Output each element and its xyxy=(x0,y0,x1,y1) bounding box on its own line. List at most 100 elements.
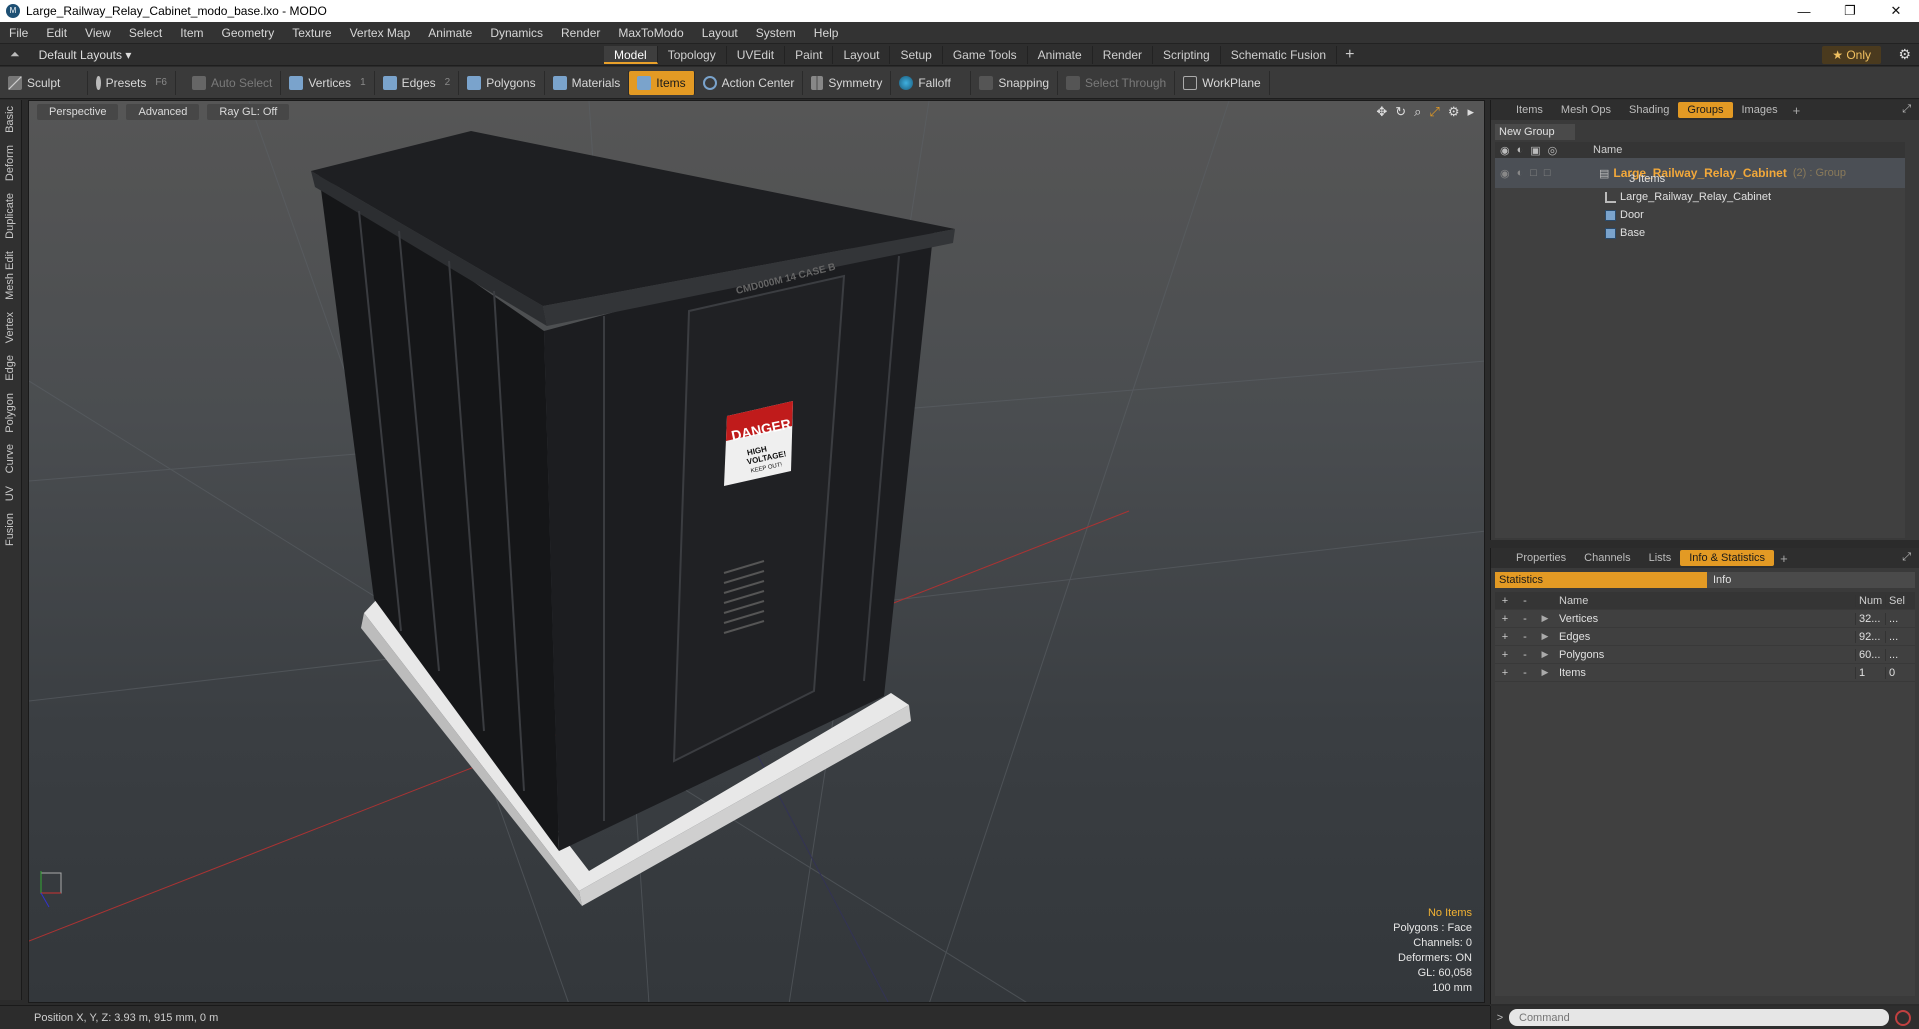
vertices-button[interactable]: Vertices 1 xyxy=(281,70,375,95)
close-button[interactable]: ✕ xyxy=(1873,0,1919,22)
tab-duplicate[interactable]: Duplicate xyxy=(4,187,16,245)
shading-advanced-dropdown[interactable]: Advanced xyxy=(126,104,200,120)
menu-select[interactable]: Select xyxy=(120,26,171,40)
tab-groups[interactable]: Groups xyxy=(1678,102,1733,118)
tab-mesh-ops[interactable]: Mesh Ops xyxy=(1552,102,1620,118)
tab-render[interactable]: Render xyxy=(1093,46,1154,64)
tab-scripting[interactable]: Scripting xyxy=(1153,46,1221,64)
remove-icon[interactable]: - xyxy=(1515,613,1535,625)
tab-setup[interactable]: Setup xyxy=(890,46,943,64)
tab-curve[interactable]: Curve xyxy=(4,438,16,479)
remove-icon[interactable]: - xyxy=(1515,649,1535,661)
eye-icon[interactable]: ◉ xyxy=(1500,144,1510,157)
snapping-button[interactable]: Snapping xyxy=(971,70,1059,95)
group-child-row[interactable]: Base xyxy=(1495,224,1905,242)
viewport-settings-icon[interactable]: ⚙ xyxy=(1448,104,1460,120)
remove-icon[interactable]: - xyxy=(1515,667,1535,679)
command-input[interactable] xyxy=(1509,1009,1889,1026)
tab-uvedit[interactable]: UVEdit xyxy=(727,46,786,64)
add-tab-button[interactable]: + xyxy=(1337,46,1362,64)
statistics-row[interactable]: + - ▶ Edges 92... ... xyxy=(1495,628,1915,646)
statistics-subtab[interactable]: Statistics xyxy=(1495,572,1707,588)
tab-lists[interactable]: Lists xyxy=(1640,550,1681,566)
tab-game-tools[interactable]: Game Tools xyxy=(943,46,1028,64)
tab-shading[interactable]: Shading xyxy=(1620,102,1678,118)
menu-render[interactable]: Render xyxy=(552,26,609,40)
tab-deform[interactable]: Deform xyxy=(4,139,16,187)
tab-model[interactable]: Model xyxy=(604,46,658,64)
tab-basic[interactable]: Basic xyxy=(4,100,16,139)
menu-system[interactable]: System xyxy=(747,26,805,40)
rotate-icon[interactable]: ↻ xyxy=(1395,104,1406,120)
zoom-icon[interactable]: ⌕ xyxy=(1414,104,1421,120)
tab-schematic-fusion[interactable]: Schematic Fusion xyxy=(1221,46,1338,64)
sculpt-button[interactable]: Sculpt xyxy=(0,70,88,95)
viewport-menu-icon[interactable]: ▸ xyxy=(1467,104,1474,120)
add-icon[interactable]: + xyxy=(1495,667,1515,679)
group-lock-toggle[interactable]: □ xyxy=(1530,167,1537,180)
tab-animate[interactable]: Animate xyxy=(1028,46,1093,64)
tab-layout[interactable]: Layout xyxy=(833,46,891,64)
only-button[interactable]: ★ Only xyxy=(1822,46,1881,64)
group-render-toggle[interactable]: ◐ xyxy=(1517,167,1524,180)
statistics-row[interactable]: + - ▶ Polygons 60... ... xyxy=(1495,646,1915,664)
info-subtab[interactable]: Info xyxy=(1707,572,1915,588)
menu-geometry[interactable]: Geometry xyxy=(213,26,284,40)
polygons-button[interactable]: Polygons xyxy=(459,70,545,95)
add-icon[interactable]: + xyxy=(1495,649,1515,661)
add-icon[interactable]: + xyxy=(1495,631,1515,643)
symmetry-button[interactable]: Symmetry xyxy=(803,70,892,95)
expand-arrow-icon[interactable]: ▶ xyxy=(1535,613,1555,624)
menu-view[interactable]: View xyxy=(76,26,120,40)
add-panel-tab-icon[interactable]: + xyxy=(1774,551,1794,566)
group-visibility-toggle[interactable]: ◉ xyxy=(1500,167,1510,180)
lock-icon[interactable]: ▣ xyxy=(1530,144,1540,157)
restore-button[interactable]: ❐ xyxy=(1827,0,1873,22)
materials-button[interactable]: Materials xyxy=(545,70,630,95)
menu-help[interactable]: Help xyxy=(805,26,848,40)
expand-panel-icon[interactable]: ⤢ xyxy=(1902,103,1911,116)
menu-vertex-map[interactable]: Vertex Map xyxy=(341,26,420,40)
group-row[interactable]: ◉ ◐ □ □ ▤ Large_Railway_Relay_Cabinet (2… xyxy=(1495,158,1905,188)
menu-dynamics[interactable]: Dynamics xyxy=(481,26,552,40)
remove-icon[interactable]: - xyxy=(1515,631,1535,643)
edges-button[interactable]: Edges 2 xyxy=(375,70,460,95)
auto-select-button[interactable]: Auto Select xyxy=(184,70,282,95)
tab-paint[interactable]: Paint xyxy=(785,46,834,64)
tab-items[interactable]: Items xyxy=(1507,102,1552,118)
add-all-icon[interactable]: + xyxy=(1495,595,1515,607)
items-button[interactable]: Items xyxy=(629,70,695,95)
render-icon[interactable]: ◐ xyxy=(1517,144,1524,157)
raygl-toggle[interactable]: Ray GL: Off xyxy=(207,104,290,120)
tab-images[interactable]: Images xyxy=(1733,102,1787,118)
workplane-button[interactable]: WorkPlane xyxy=(1175,70,1270,95)
tab-fusion[interactable]: Fusion xyxy=(4,507,16,552)
minimize-button[interactable]: — xyxy=(1781,0,1827,22)
group-child-row[interactable]: Large_Railway_Relay_Cabinet xyxy=(1495,188,1905,206)
tab-edge[interactable]: Edge xyxy=(4,349,16,387)
fit-icon[interactable]: ⤢ xyxy=(1429,104,1439,120)
tab-topology[interactable]: Topology xyxy=(658,46,727,64)
tab-polygon[interactable]: Polygon xyxy=(4,387,16,439)
tab-info-statistics[interactable]: Info & Statistics xyxy=(1680,550,1775,566)
tab-vertex[interactable]: Vertex xyxy=(4,306,16,349)
menu-animate[interactable]: Animate xyxy=(419,26,481,40)
gear-icon[interactable]: ⚙ xyxy=(1898,46,1911,63)
statistics-row[interactable]: + - ▶ Vertices 32... ... xyxy=(1495,610,1915,628)
add-panel-tab-icon[interactable]: + xyxy=(1787,103,1807,118)
menu-maxtomodo[interactable]: MaxToModo xyxy=(609,26,692,40)
menu-edit[interactable]: Edit xyxy=(37,26,76,40)
action-center-button[interactable]: Action Center xyxy=(695,70,804,95)
new-group-button[interactable]: New Group xyxy=(1495,124,1575,140)
menu-layout[interactable]: Layout xyxy=(693,26,747,40)
expand-arrow-icon[interactable]: ▶ xyxy=(1535,649,1555,660)
statistics-row[interactable]: + - ▶ Items 1 0 xyxy=(1495,664,1915,682)
tab-channels[interactable]: Channels xyxy=(1575,550,1639,566)
falloff-button[interactable]: Falloff xyxy=(891,70,972,95)
menu-file[interactable]: File xyxy=(0,26,37,40)
3d-viewport[interactable]: DANGER HIGH VOLTAGE! KEEP OUT! CMD000M 1… xyxy=(28,100,1485,1003)
expand-arrow-icon[interactable]: ▶ xyxy=(1535,667,1555,678)
select-through-button[interactable]: Select Through xyxy=(1058,70,1176,95)
record-macro-icon[interactable] xyxy=(1895,1009,1911,1026)
pan-icon[interactable]: ✥ xyxy=(1376,104,1387,120)
